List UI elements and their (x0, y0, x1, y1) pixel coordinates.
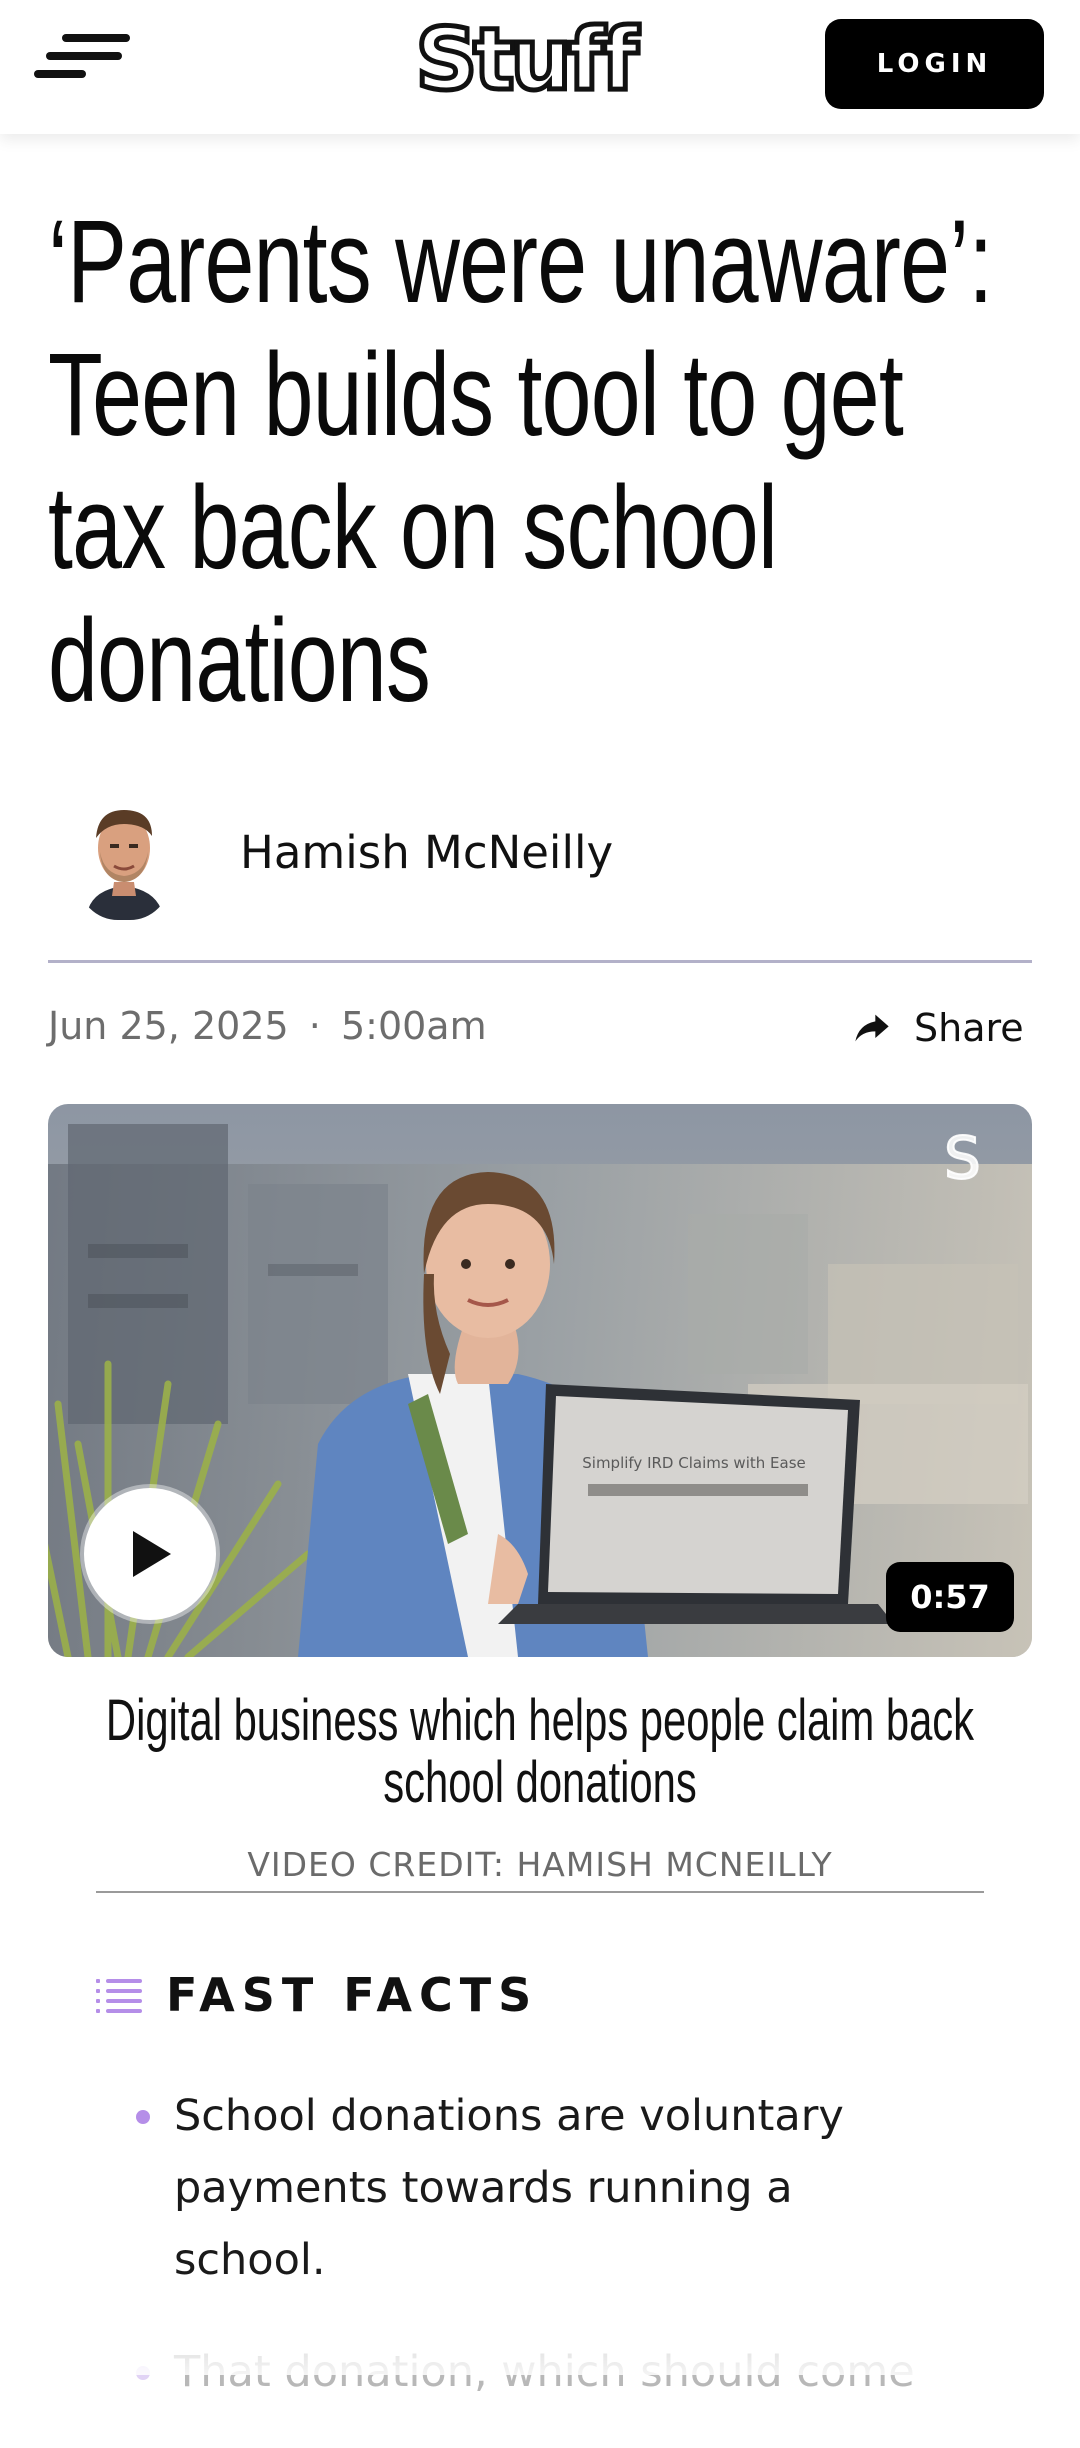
fast-fact-text: School donations are voluntary payments … (174, 2091, 844, 2285)
video-duration: 0:57 (886, 1562, 1014, 1632)
share-button[interactable]: Share (852, 998, 1024, 1058)
time-text: 5:00am (340, 1004, 487, 1048)
share-arrow-icon (855, 1014, 889, 1042)
publish-date: Jun 25, 2025 · 5:00am (48, 1004, 487, 1048)
menu-button[interactable] (34, 30, 134, 94)
date-separator: · (308, 1004, 321, 1048)
bullet-icon (136, 2110, 150, 2124)
site-header: Stuff LOGIN (0, 0, 1080, 134)
author-avatar[interactable] (78, 790, 170, 920)
fast-fact-item: School donations are voluntary payments … (136, 2080, 956, 2296)
video-credit: VIDEO CREDIT: HAMISH MCNEILLY (247, 1845, 833, 1884)
play-button[interactable] (84, 1488, 216, 1620)
author-photo (78, 790, 170, 920)
play-icon (133, 1531, 171, 1577)
fast-fact-item: That donation, which should come (136, 2336, 956, 2408)
fast-fact-text: That donation, which should come (174, 2347, 915, 2397)
menu-icon-line (46, 52, 122, 60)
fast-facts-title: FAST FACTS (166, 1968, 539, 2022)
byline-divider (48, 960, 1032, 963)
share-label: Share (914, 1006, 1024, 1050)
laptop-screen-text: Simplify IRD Claims with Ease (582, 1454, 805, 1472)
menu-icon-line (34, 70, 86, 78)
credit-divider (96, 1891, 984, 1893)
site-logo[interactable]: Stuff (405, 8, 645, 113)
login-button[interactable]: LOGIN (825, 19, 1044, 109)
menu-icon-line (62, 34, 130, 42)
video-player[interactable]: Simplify IRD Claims with Ease S 0:57 (48, 1104, 1032, 1657)
article-headline: ‘Parents were unaware’: Teen builds tool… (48, 196, 993, 727)
author-name[interactable]: Hamish McNeilly (240, 826, 613, 879)
video-caption: Digital business which helps people clai… (80, 1690, 1000, 1814)
date-text: Jun 25, 2025 (48, 1004, 289, 1048)
list-icon (96, 1979, 142, 2013)
bullet-icon (136, 2366, 150, 2380)
stuff-watermark-icon: S (943, 1123, 982, 1193)
video-caption-text: Digital business which helps people clai… (105, 1688, 975, 1815)
fast-facts-list: School donations are voluntary payments … (136, 2080, 956, 2448)
